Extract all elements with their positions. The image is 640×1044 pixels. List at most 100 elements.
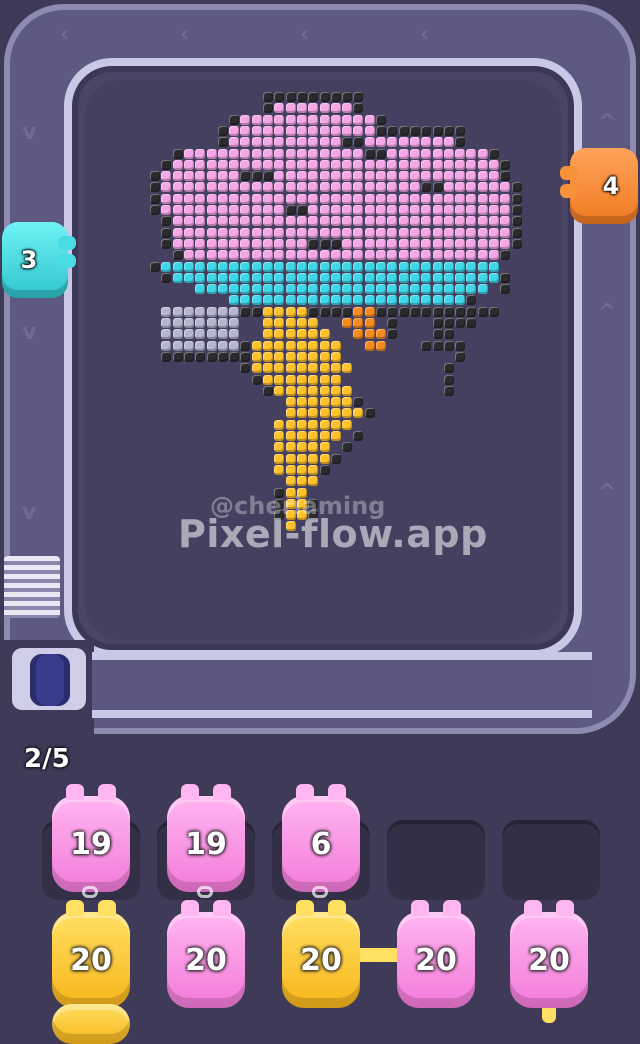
pig-shooter-yellow[interactable]: 20 <box>52 900 130 1008</box>
pixel-block <box>274 137 285 148</box>
pixel-block <box>217 171 228 182</box>
pixel-block <box>183 227 194 238</box>
pixel-block <box>251 272 262 283</box>
pixel-block <box>443 385 454 396</box>
pixel-block <box>240 137 251 148</box>
pixel-block <box>342 272 353 283</box>
pixel-block <box>455 261 466 272</box>
shooter-orange[interactable]: 4 <box>560 148 638 224</box>
pixel-block <box>364 171 375 182</box>
pixel-block <box>206 329 217 340</box>
pixel-block <box>274 103 285 114</box>
pixel-block <box>263 318 273 328</box>
pixel-block <box>330 238 341 249</box>
pixel-block <box>285 193 296 204</box>
pixel-block <box>296 385 307 396</box>
pixel-block <box>229 159 240 170</box>
shooter-cyan[interactable]: 3 <box>2 222 76 298</box>
pixel-block <box>296 272 307 283</box>
pig-shooter-pink[interactable]: 6 <box>282 784 360 898</box>
pixel-block <box>195 340 206 351</box>
pixel-block <box>376 227 386 238</box>
pixel-block <box>342 284 353 295</box>
pixel-block <box>161 318 172 328</box>
pixel-block <box>274 216 285 227</box>
pixel-block <box>364 227 375 238</box>
pixel-block <box>183 238 194 249</box>
pixel-block <box>500 238 511 249</box>
pixel-block <box>330 340 341 351</box>
pig-shooter-yellow[interactable]: 20 <box>282 900 360 1008</box>
pixel-block <box>364 284 375 295</box>
pixel-block <box>206 159 217 170</box>
pixel-block <box>477 306 488 317</box>
pixel-block <box>353 318 364 328</box>
pixel-block <box>432 318 443 328</box>
watermark-site: Pixel-flow.app <box>178 512 488 556</box>
pixel-block <box>217 250 228 261</box>
pixel-block <box>285 114 296 125</box>
pixel-block <box>285 182 296 193</box>
track-chevron-icon: ‹ <box>60 22 70 47</box>
pixel-block <box>387 238 398 249</box>
pixel-block <box>409 295 420 306</box>
pixel-block <box>274 238 285 249</box>
pig-shooter-pink[interactable]: 19 <box>52 784 130 898</box>
pig-shooter-yellow[interactable] <box>52 1004 130 1044</box>
pixel-block <box>353 148 364 159</box>
pixel-block <box>387 261 398 272</box>
pixel-block <box>251 306 262 317</box>
pig-shooter-pink[interactable]: 20 <box>167 900 245 1008</box>
fist-icon <box>560 184 578 198</box>
pixel-block <box>263 125 273 136</box>
pig-shooter-pink[interactable]: 19 <box>167 784 245 898</box>
pixel-block <box>274 464 285 475</box>
pixel-block <box>387 216 398 227</box>
pixel-block <box>308 261 319 272</box>
pixel-block <box>274 419 285 430</box>
pixel-block <box>240 114 251 125</box>
pixel-block <box>229 295 240 306</box>
pixel-block <box>387 318 398 328</box>
pixel-block <box>229 329 240 340</box>
pixel-block <box>443 137 454 148</box>
pixel-block <box>466 284 477 295</box>
pixel-block <box>511 193 522 204</box>
pixel-block <box>364 261 375 272</box>
pixel-block <box>161 306 172 317</box>
pixel-block <box>308 374 319 385</box>
pixel-block <box>455 284 466 295</box>
pixel-block <box>466 193 477 204</box>
pixel-block <box>342 442 353 453</box>
pixel-block <box>330 159 341 170</box>
pixel-block <box>285 397 296 408</box>
pixel-block <box>376 182 386 193</box>
pixel-block <box>432 272 443 283</box>
pixel-block <box>217 159 228 170</box>
pig-shooter-pink[interactable]: 20 <box>397 900 475 1008</box>
pixel-block <box>443 125 454 136</box>
pixel-block <box>489 227 499 238</box>
pixel-block <box>263 171 273 182</box>
pixel-block <box>432 182 443 193</box>
pixel-block <box>263 272 273 283</box>
pixel-block <box>217 125 228 136</box>
ear-icon <box>98 900 116 916</box>
pixel-block <box>342 92 353 102</box>
pixel-block <box>263 250 273 261</box>
pixel-block <box>240 250 251 261</box>
pixel-block <box>432 125 443 136</box>
pixel-block <box>240 261 251 272</box>
slot-counter: 2/5 <box>24 744 70 774</box>
pixel-block <box>150 261 160 272</box>
ear-icon <box>66 900 84 916</box>
pixel-block <box>263 148 273 159</box>
pixel-block <box>183 250 194 261</box>
pixel-block <box>195 227 206 238</box>
pixel-block <box>263 385 273 396</box>
pixel-block <box>172 351 183 362</box>
pixel-block <box>274 193 285 204</box>
pixel-block <box>319 114 330 125</box>
pig-shooter-pink[interactable]: 20 <box>510 900 588 1008</box>
pixel-block <box>296 374 307 385</box>
